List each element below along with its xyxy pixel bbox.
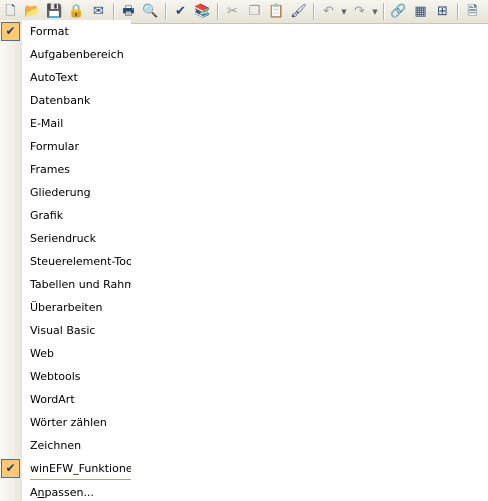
- menu-item[interactable]: Aufgabenbereich: [0, 43, 131, 66]
- menu-item[interactable]: ✔ winEFW_Funktionen: [0, 457, 131, 480]
- toolbar-separator: [165, 3, 166, 20]
- format-painter-icon[interactable]: 🖌: [288, 1, 309, 22]
- menu-item[interactable]: WordArt: [0, 388, 131, 411]
- checkmark-icon: ✔: [1, 459, 20, 478]
- menu-item-label: Steuerelement-Toolbox: [30, 255, 131, 268]
- menu-item-label: Format: [30, 25, 69, 38]
- undo-icon[interactable]: ↶: [318, 1, 339, 22]
- menu-item[interactable]: Grafik: [0, 204, 131, 227]
- menu-item-label: Webtools: [30, 370, 81, 383]
- menu-item-label: Frames: [30, 163, 71, 176]
- menu-item[interactable]: Wörter zählen: [0, 411, 131, 434]
- menu-item-label: Formular: [30, 140, 80, 153]
- cut-icon[interactable]: ✂: [222, 1, 243, 22]
- menu-item-label: AutoText: [30, 71, 78, 84]
- paste-icon[interactable]: 📋: [266, 1, 287, 22]
- toolbar-separator: [313, 3, 314, 20]
- menu-divider: [30, 479, 131, 480]
- menu-item[interactable]: ✔ Format: [0, 20, 131, 43]
- undo-dropdown-icon[interactable]: ▼: [340, 1, 348, 22]
- menu-item-label: Visual Basic: [30, 324, 96, 337]
- menu-item-label: Seriendruck: [30, 232, 96, 245]
- toolbar-separator: [217, 3, 218, 20]
- menu-item-label: WordArt: [30, 393, 75, 406]
- menu-item-label: Zeichnen: [30, 439, 82, 452]
- save-icon[interactable]: 💾: [44, 1, 65, 22]
- print-icon[interactable]: 🖶: [118, 1, 139, 22]
- menu-item[interactable]: Zeichnen: [0, 434, 131, 457]
- menu-item[interactable]: Formular: [0, 135, 131, 158]
- menu-item-label: Web: [30, 347, 54, 360]
- redo-icon[interactable]: ↷: [349, 1, 370, 22]
- menu-item[interactable]: Datenbank: [0, 89, 131, 112]
- menu-item-label: Datenbank: [30, 94, 91, 107]
- menu-item[interactable]: AutoText: [0, 66, 131, 89]
- menu-item-label: E-Mail: [30, 117, 64, 130]
- tables-borders-icon[interactable]: ▦: [410, 1, 431, 22]
- menu-item[interactable]: Steuerelement-Toolbox: [0, 250, 131, 273]
- toolbar-separator: [457, 3, 458, 20]
- menu-item[interactable]: Visual Basic: [0, 319, 131, 342]
- permission-icon[interactable]: 🔒: [66, 1, 87, 22]
- menu-item[interactable]: Seriendruck: [0, 227, 131, 250]
- menu-item[interactable]: Gliederung: [0, 181, 131, 204]
- document-map-icon[interactable]: 🗎: [462, 1, 483, 22]
- insert-hyperlink-icon[interactable]: 🔗: [388, 1, 409, 22]
- menu-item[interactable]: Webtools: [0, 365, 131, 388]
- menu-item-label: Grafik: [30, 209, 64, 222]
- redo-dropdown-icon[interactable]: ▼: [371, 1, 379, 22]
- menu-item-label: Gliederung: [30, 186, 91, 199]
- copy-icon[interactable]: ❐: [244, 1, 265, 22]
- menu-item[interactable]: Tabellen und Rahmen: [0, 273, 131, 296]
- menu-item-label: Tabellen und Rahmen: [30, 278, 131, 291]
- menu-item[interactable]: Überarbeiten: [0, 296, 131, 319]
- email-icon[interactable]: ✉: [88, 1, 109, 22]
- new-document-icon[interactable]: 🗋: [0, 1, 21, 22]
- toolbar-separator: [383, 3, 384, 20]
- insert-excel-icon[interactable]: ⊞: [432, 1, 453, 22]
- menu-item[interactable]: Web: [0, 342, 131, 365]
- menu-item[interactable]: Frames: [0, 158, 131, 181]
- research-icon[interactable]: 📚: [192, 1, 213, 22]
- menu-item-label: Wörter zählen: [30, 416, 107, 429]
- menu-item-label: Aufgabenbereich: [30, 48, 124, 61]
- checkmark-icon: ✔: [1, 22, 20, 41]
- toolbars-menu: ✔ Format Aufgabenbereich AutoText Datenbank E…: [0, 20, 131, 501]
- menu-item-customize[interactable]: Anpassen...: [0, 481, 131, 501]
- menu-item-label: Überarbeiten: [30, 301, 103, 314]
- spelling-icon[interactable]: ✔: [170, 1, 191, 22]
- menu-item[interactable]: E-Mail: [0, 112, 131, 135]
- print-preview-icon[interactable]: 🔍: [140, 1, 161, 22]
- menu-item-label: winEFW_Funktionen: [30, 462, 131, 475]
- open-icon[interactable]: 📂: [22, 1, 43, 22]
- toolbar-separator: [113, 3, 114, 20]
